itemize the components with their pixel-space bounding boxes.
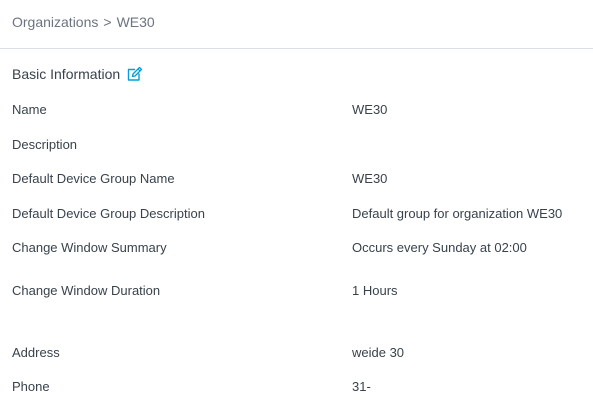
field-label: Name [12, 102, 47, 117]
field-value: WE30 [352, 171, 388, 186]
field-value: 1 Hours [352, 283, 398, 298]
breadcrumb: Organizations > WE30 [12, 14, 155, 30]
header-divider [0, 48, 593, 49]
breadcrumb-organizations-link[interactable]: Organizations [12, 14, 98, 30]
field-row-description: Description [0, 137, 593, 157]
organization-details-page: Organizations > WE30 Basic Information Nam… [0, 0, 593, 407]
field-value: WE30 [352, 102, 388, 117]
field-row-name: Name WE30 [0, 102, 593, 122]
field-label: Default Device Group Name [12, 171, 175, 186]
field-row-device-group-description: Default Device Group Description Default… [0, 206, 593, 226]
field-label: Phone [12, 379, 50, 394]
field-row-change-window-duration: Change Window Duration 1 Hours [0, 283, 593, 303]
field-value: 31- [352, 379, 371, 394]
field-value: Occurs every Sunday at 02:00 [352, 240, 527, 255]
field-label: Address [12, 345, 60, 360]
field-value: weide 30 [352, 345, 405, 360]
field-label: Default Device Group Description [12, 206, 205, 221]
field-row-change-window-summary: Change Window Summary Occurs every Sunda… [0, 240, 593, 260]
edit-icon[interactable] [126, 66, 143, 82]
section-header: Basic Information [12, 66, 143, 82]
breadcrumb-separator: > [103, 14, 112, 30]
field-row-address: Address weide 30 [0, 345, 593, 365]
field-row-device-group-name: Default Device Group Name WE30 [0, 171, 593, 191]
field-value: Default group for organization WE30 [352, 206, 563, 221]
field-row-phone: Phone 31- [0, 379, 593, 399]
field-label: Change Window Summary [12, 240, 167, 255]
field-label: Change Window Duration [12, 283, 161, 298]
breadcrumb-current: WE30 [116, 14, 155, 30]
section-title: Basic Information [12, 66, 121, 82]
field-label: Description [12, 137, 78, 152]
